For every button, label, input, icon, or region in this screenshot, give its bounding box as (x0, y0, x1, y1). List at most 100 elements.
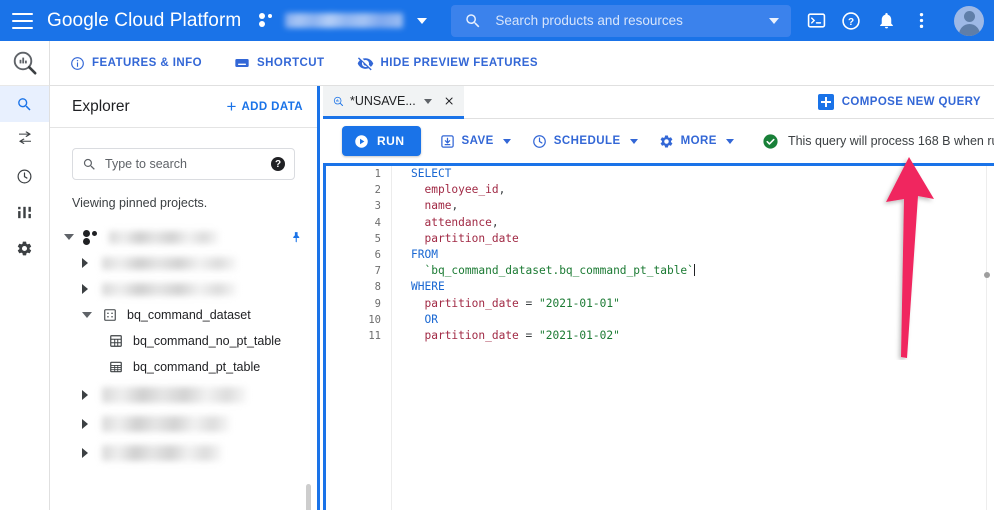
code-line[interactable]: OR (411, 312, 994, 328)
code-line[interactable]: partition_date (411, 231, 994, 247)
avatar[interactable] (954, 5, 984, 36)
plus-icon: + (226, 97, 237, 116)
project-icon (259, 13, 276, 28)
search-input[interactable] (105, 157, 271, 171)
save-button[interactable]: SAVE (438, 134, 513, 149)
query-toolbar: RUN SAVE SCHEDULE MORE This query will p… (323, 119, 994, 163)
sidebar-item-settings[interactable] (0, 230, 49, 266)
cloud-shell-icon[interactable] (805, 10, 827, 32)
tree-row-bq-command-dataset[interactable]: bq_command_dataset (50, 302, 317, 328)
tree-row-dataset-redacted[interactable] (50, 250, 317, 276)
code-line[interactable]: WHERE (411, 279, 994, 295)
chevron-down-icon[interactable] (423, 98, 432, 104)
tree-row-dataset-redacted[interactable] (50, 438, 317, 467)
line-number: 1 (374, 168, 381, 180)
help-icon[interactable]: ? (840, 10, 862, 32)
project-icon (83, 229, 100, 245)
topbar-icons: ? (805, 5, 994, 36)
info-icon (71, 56, 84, 70)
tree-row-dataset-redacted[interactable] (50, 380, 317, 409)
tree-row-bq-command-no-pt-table[interactable]: bq_command_no_pt_table (50, 328, 317, 354)
analytics-icon (18, 206, 31, 218)
code-token: SELECT (411, 167, 452, 180)
hide-preview-features-button[interactable]: HIDE PREVIEW FEATURES (357, 55, 538, 72)
code-line[interactable]: SELECT (411, 166, 994, 182)
more-button[interactable]: MORE (657, 134, 736, 149)
check-circle-icon (763, 133, 778, 149)
code-line[interactable]: `bq_command_dataset.bq_command_pt_table` (411, 263, 994, 279)
brand-title: Google Cloud Platform (47, 9, 242, 31)
sidebar-item-transfers[interactable] (0, 122, 49, 158)
partitioned-table-icon (110, 361, 122, 373)
search-input[interactable] (495, 13, 763, 28)
editor-scrollbar[interactable] (984, 272, 990, 278)
sidebar-item-scheduled-queries[interactable] (0, 158, 49, 194)
project-selector[interactable] (259, 13, 428, 28)
tree-row-bq-command-pt-table[interactable]: bq_command_pt_table (50, 354, 317, 380)
tree-row-dataset-redacted[interactable] (50, 409, 317, 438)
shortcut-button[interactable]: SHORTCUT (234, 55, 325, 71)
tree-row-dataset-redacted[interactable] (50, 276, 317, 302)
code-token: = (518, 328, 539, 342)
help-icon[interactable]: ? (271, 157, 285, 171)
more-vert-icon[interactable] (910, 10, 932, 32)
code-line[interactable]: attendance, (411, 215, 994, 231)
line-number: 9 (374, 297, 381, 310)
query-tab-bar: *UNSAVE... COMPOSE NEW QUERY (323, 86, 994, 119)
sidebar-item-capacity[interactable] (0, 194, 49, 230)
tab-bar-filler: COMPOSE NEW QUERY (464, 86, 994, 119)
explorer-header: Explorer + ADD DATA (50, 86, 317, 128)
notifications-icon[interactable] (875, 10, 897, 32)
chevron-right-icon[interactable] (82, 418, 88, 429)
line-number: 11 (368, 329, 381, 342)
search-chevron-down-icon[interactable] (769, 17, 779, 24)
code-line[interactable]: partition_date = "2021-01-01" (411, 296, 994, 312)
tree-row-project[interactable] (50, 224, 317, 250)
editor-scroll-track (986, 166, 987, 510)
hamburger-icon[interactable] (12, 12, 33, 29)
clock-icon (532, 134, 546, 148)
chevron-right-icon[interactable] (82, 258, 88, 268)
save-icon (440, 134, 454, 148)
save-label: SAVE (461, 135, 494, 147)
chevron-right-icon[interactable] (82, 389, 88, 400)
global-search[interactable] (451, 4, 791, 37)
pin-icon[interactable] (290, 230, 303, 245)
compose-new-query-label: COMPOSE NEW QUERY (841, 96, 981, 108)
chevron-right-icon[interactable] (82, 447, 88, 458)
query-tab-unsaved[interactable]: *UNSAVE... (323, 86, 464, 119)
code-line[interactable]: employee_id, (411, 182, 994, 198)
chevron-down-icon[interactable] (64, 234, 74, 240)
chevron-down-icon[interactable] (82, 312, 92, 318)
compose-new-query-button[interactable]: COMPOSE NEW QUERY (817, 94, 981, 110)
schedule-button[interactable]: SCHEDULE (530, 134, 640, 149)
code-token: attendance (424, 215, 492, 229)
text-cursor (693, 264, 695, 277)
add-data-label: ADD DATA (241, 100, 303, 113)
left-rail (0, 41, 50, 510)
code-line[interactable]: FROM (411, 247, 994, 263)
close-icon[interactable] (444, 94, 454, 108)
add-data-button[interactable]: + ADD DATA (227, 98, 303, 115)
sidebar-item-query-editor[interactable] (0, 86, 49, 122)
features-and-info-button[interactable]: FEATURES & INFO (70, 56, 202, 71)
sql-editor[interactable]: 1 2 3 4 5 6 7 8 9 10 11 SELECT employee_id, name, … (323, 163, 994, 510)
dataset-icon (104, 309, 116, 321)
sql-code[interactable]: SELECT employee_id, name, attendance, pa… (392, 166, 994, 510)
code-line[interactable]: partition_date = "2021-01-02" (411, 328, 994, 344)
code-token: partition_date (424, 296, 519, 310)
search-icon (18, 97, 31, 111)
play-icon (355, 134, 368, 148)
explorer-search[interactable]: ? (72, 148, 295, 180)
code-line[interactable]: name, (411, 198, 994, 214)
explorer-panel: Explorer + ADD DATA ? Viewing pinned pro… (50, 86, 320, 510)
chevron-down-icon (502, 138, 511, 144)
explorer-scrollbar[interactable] (306, 484, 311, 510)
run-button[interactable]: RUN (342, 126, 421, 156)
chevron-right-icon[interactable] (82, 284, 88, 294)
line-number: 6 (374, 248, 381, 261)
top-app-bar: Google Cloud Platform ? (0, 0, 994, 41)
dataset-name-redacted (102, 444, 222, 461)
